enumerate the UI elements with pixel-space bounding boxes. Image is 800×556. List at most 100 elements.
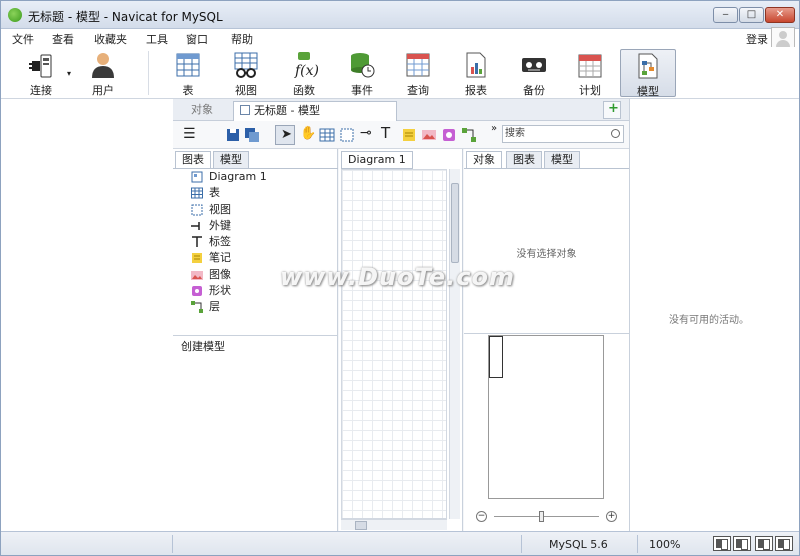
menu-icon[interactable]: ☰ (183, 127, 196, 141)
toolbar-separator (148, 51, 149, 95)
view-label: 视图 (235, 84, 257, 97)
layout-toggle-icon[interactable] (775, 536, 793, 551)
vertical-scrollbar[interactable] (449, 169, 460, 519)
model-button[interactable]: 模型 (620, 49, 676, 98)
tree-item-diagram[interactable]: Diagram 1 (191, 169, 267, 185)
zoom-slider-track[interactable] (494, 516, 599, 517)
backup-label: 备份 (523, 84, 545, 97)
image-tool-icon[interactable] (421, 127, 437, 143)
tab-model-label: 无标题 - 模型 (254, 104, 320, 117)
function-label: 函数 (293, 84, 315, 97)
tree-item-label: 层 (209, 300, 220, 314)
tree-item-label[interactable]: 标签 (191, 234, 267, 250)
more-tools-icon[interactable]: » (491, 123, 497, 134)
minimize-button[interactable]: ‒ (713, 7, 738, 23)
close-button[interactable]: ✕ (765, 7, 795, 23)
viewport-box[interactable] (489, 336, 503, 378)
account-avatar[interactable] (771, 27, 795, 49)
zoom-level: 100% (649, 538, 681, 551)
tree-item-label: 视图 (209, 202, 231, 216)
connect-dropdown-icon[interactable]: ▾ (67, 69, 71, 78)
pointer-tool[interactable]: ➤ (275, 125, 295, 145)
menu-help[interactable]: 帮助 (231, 31, 253, 47)
event-icon (351, 53, 375, 78)
user-button[interactable]: 用户 (81, 49, 125, 97)
diagram-canvas[interactable] (341, 169, 447, 519)
connect-button[interactable]: 连接 (19, 49, 63, 97)
diagram-pane: Diagram 1 (339, 149, 463, 531)
tab-models[interactable]: 模型 (213, 151, 249, 169)
login-link[interactable]: 登录 (746, 31, 768, 47)
server-version: MySQL 5.6 (549, 538, 608, 551)
menu-favorites[interactable]: 收藏夹 (94, 31, 127, 47)
tree-item-layer[interactable]: 层 (191, 299, 267, 315)
app-window: 无标题 - 模型 - Navicat for MySQL ‒ □ ✕ 文件 查看… (0, 0, 800, 556)
tree-item-foreign-key[interactable]: 外键 (191, 218, 267, 234)
search-icon[interactable] (611, 129, 620, 138)
tree-item-view[interactable]: 视图 (191, 202, 267, 218)
tab-model[interactable]: 无标题 - 模型 (233, 101, 397, 121)
report-button[interactable]: 报表 (452, 49, 500, 97)
shape-tool-icon[interactable] (441, 127, 457, 143)
tab-object[interactable]: 对象 (466, 151, 502, 169)
horizontal-scroll-thumb[interactable] (355, 521, 367, 530)
view-tool-icon[interactable] (339, 127, 355, 143)
layout-toggle-icon[interactable] (713, 536, 731, 551)
shape-icon (192, 286, 202, 297)
menu-window[interactable]: 窗口 (186, 31, 208, 47)
schedule-button[interactable]: 计划 (566, 49, 614, 97)
horizontal-scrollbar[interactable] (341, 519, 447, 530)
tab-divider (464, 168, 629, 169)
foreign-key-tool-icon[interactable]: ⊸ (360, 125, 372, 141)
menu-view[interactable]: 查看 (52, 31, 74, 47)
svg-text:f(x): f(x) (294, 63, 318, 79)
tree-item-label: 图像 (209, 267, 231, 281)
table-tool-icon[interactable] (319, 127, 335, 143)
table-button[interactable]: 表 (164, 49, 212, 97)
layer-icon (191, 301, 203, 314)
menu-file[interactable]: 文件 (12, 31, 34, 47)
save-icon[interactable] (225, 127, 241, 143)
menu-tools[interactable]: 工具 (146, 31, 168, 47)
zoom-out-icon[interactable]: − (476, 511, 487, 522)
tree-item-image[interactable]: 图像 (191, 267, 267, 283)
tab-model[interactable]: 模型 (544, 151, 580, 169)
title-bar: 无标题 - 模型 - Navicat for MySQL ‒ □ ✕ (1, 1, 799, 29)
search-input[interactable]: 搜索 (502, 125, 624, 143)
tab-diagrams[interactable]: 图表 (175, 151, 211, 169)
note-tool-icon[interactable] (401, 127, 417, 143)
search-placeholder: 搜索 (505, 128, 525, 139)
vertical-scroll-thumb[interactable] (451, 183, 459, 263)
zoom-slider-thumb[interactable] (539, 511, 544, 522)
query-button[interactable]: 查询 (394, 49, 442, 97)
view-button[interactable]: 视图 (222, 49, 270, 97)
connect-label: 连接 (30, 84, 52, 97)
layout-toggle-icon[interactable] (733, 536, 751, 551)
layout-toggle-icon[interactable] (755, 536, 773, 551)
diagram-icon (191, 171, 203, 183)
tree-item-table[interactable]: 表 (191, 185, 267, 201)
layer-tool-icon[interactable] (461, 127, 477, 143)
model-explorer-panel: 图表 模型 Diagram 1 表 视图 外键 标签 笔记 图像 形状 层 创建… (173, 149, 338, 531)
properties-panel: 对象 图表 模型 没有选择对象 − + (464, 149, 629, 531)
backup-button[interactable]: 备份 (510, 49, 558, 97)
tree-item-label: 表 (209, 186, 220, 200)
tree-item-note[interactable]: 笔记 (191, 250, 267, 266)
status-bar: MySQL 5.6 100% (1, 531, 799, 555)
save-as-icon[interactable] (244, 127, 260, 143)
tab-diagram-1[interactable]: Diagram 1 (341, 151, 413, 169)
tree-item-label: 形状 (209, 284, 231, 298)
maximize-button[interactable]: □ (739, 7, 764, 23)
event-button[interactable]: 事件 (338, 49, 386, 97)
tree-item-shape[interactable]: 形状 (191, 283, 267, 299)
label-tool-icon[interactable]: T (381, 124, 390, 142)
new-tab-icon[interactable] (603, 101, 621, 119)
tab-diagram[interactable]: 图表 (506, 151, 542, 169)
zoom-in-icon[interactable]: + (606, 511, 617, 522)
tab-objects[interactable]: 对象 (185, 101, 219, 121)
function-button[interactable]: f(x) 函数 (280, 49, 328, 97)
function-icon: f(x) (294, 52, 318, 79)
overview-map[interactable] (488, 335, 604, 499)
navigation-pane (1, 99, 173, 531)
hand-icon[interactable]: ✋ (300, 126, 316, 141)
